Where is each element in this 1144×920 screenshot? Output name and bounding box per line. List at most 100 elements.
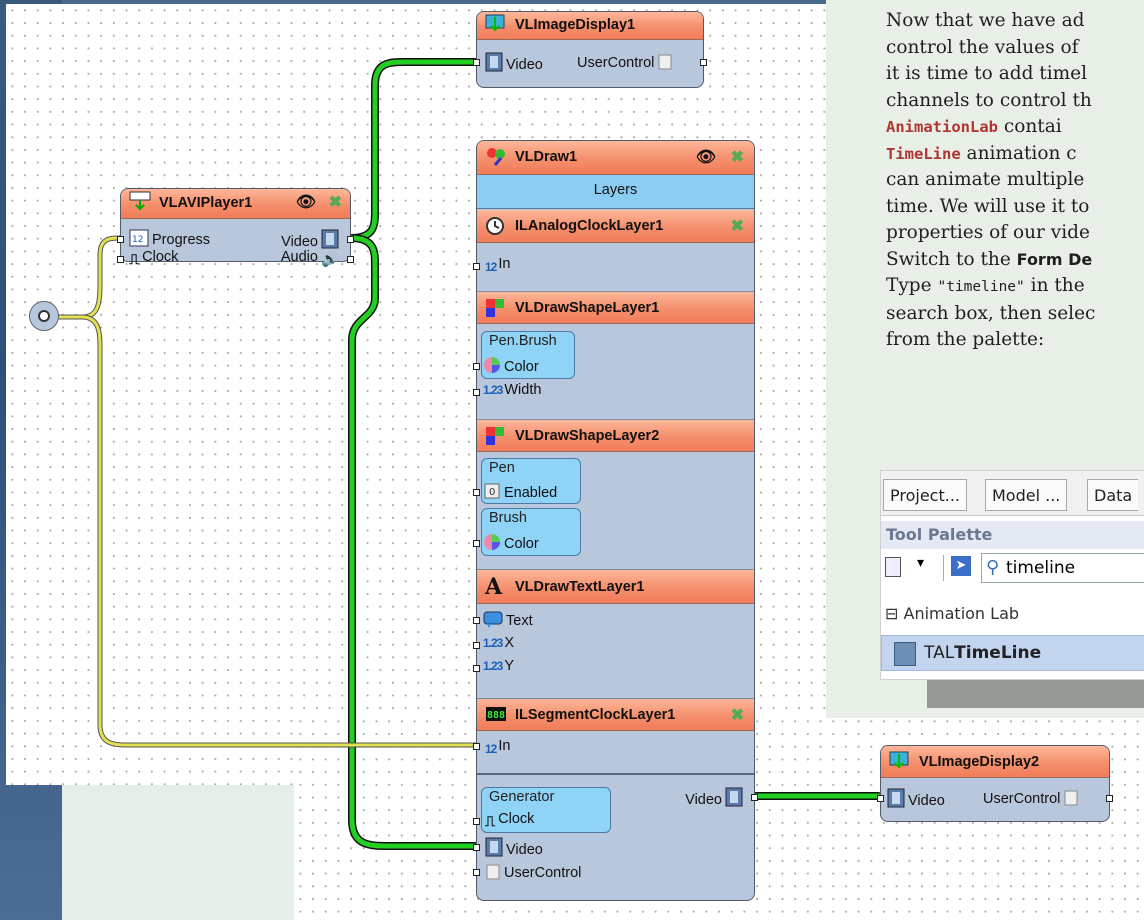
pin-connector[interactable]: [473, 59, 480, 66]
pin-label: Clock: [142, 249, 179, 265]
number-icon: 12: [129, 229, 149, 251]
svg-text:0: 0: [489, 487, 495, 498]
tools-icon[interactable]: ✖: [731, 216, 744, 236]
pin-label: Color: [504, 359, 539, 375]
pin-usercontrol[interactable]: UserControl: [983, 788, 1082, 810]
tools-icon[interactable]: ✖: [731, 147, 744, 167]
pin-clock[interactable]: ⎍ Clock: [129, 249, 178, 268]
color-wheel-icon: [483, 356, 501, 378]
pin-usercontrol[interactable]: UserControl: [485, 862, 581, 884]
pin-label: Video: [506, 842, 543, 858]
pin-text[interactable]: Text: [483, 610, 533, 632]
component-header[interactable]: VLDraw1 👁 ✖: [477, 141, 754, 175]
number-icon: 12: [485, 260, 497, 274]
image-display-icon: [889, 751, 909, 770]
segment-display-icon: 888: [485, 705, 506, 724]
pin-connector[interactable]: [117, 256, 124, 263]
control-icon: [485, 862, 501, 884]
pin-connector[interactable]: [473, 869, 480, 876]
group-label: Pen.Brush: [489, 333, 557, 349]
layer-header-segmentclock[interactable]: 888 ILSegmentClockLayer1 ✖: [477, 698, 754, 731]
pin-in[interactable]: 12 In: [485, 256, 510, 274]
clock-icon: [485, 216, 505, 235]
control-icon: [657, 52, 673, 74]
clock-node[interactable]: [29, 301, 59, 331]
pin-label: X: [504, 635, 515, 651]
pin-enabled[interactable]: 0 Enabled: [483, 482, 557, 504]
pin-width[interactable]: 1.23 Width: [483, 382, 541, 398]
pin-label: UserControl: [577, 55, 655, 71]
pin-usercontrol[interactable]: UserControl: [577, 52, 676, 74]
clock-pulse-icon: ⎍: [485, 814, 496, 830]
component-header[interactable]: VLImageDisplay2: [881, 746, 1109, 778]
tools-icon[interactable]: ✖: [731, 705, 744, 725]
layers-label: Layers: [477, 175, 754, 209]
pin-connector[interactable]: [473, 263, 480, 270]
pin-label: In: [498, 256, 511, 272]
draw-icon: [485, 146, 505, 166]
pin-video[interactable]: Video: [887, 788, 945, 812]
pin-y[interactable]: 1.23 Y: [483, 658, 514, 674]
layer-header-analogclock[interactable]: ILAnalogClockLayer1 ✖: [477, 210, 754, 243]
pin-connector[interactable]: [473, 665, 480, 672]
layer-header-shape1[interactable]: VLDrawShapeLayer1: [477, 291, 754, 324]
pin-color[interactable]: Color: [483, 533, 539, 555]
layer-header-text[interactable]: A VLDrawTextLayer1: [477, 569, 754, 604]
svg-text:12: 12: [132, 235, 143, 245]
pin-video[interactable]: Video: [485, 52, 543, 76]
pin-label: Clock: [498, 811, 535, 827]
pin-progress[interactable]: 12 Progress: [129, 229, 210, 251]
pin-connector[interactable]: [877, 795, 884, 802]
pin-connector[interactable]: [473, 389, 480, 396]
pin-label: Color: [504, 536, 539, 552]
pin-connector[interactable]: [700, 59, 707, 66]
eye-icon[interactable]: 👁: [296, 192, 316, 212]
pin-in[interactable]: 12 In: [485, 738, 510, 756]
film-icon: [485, 52, 503, 76]
group-label: Pen: [489, 460, 515, 476]
pin-connector[interactable]: [473, 617, 480, 624]
pin-connector[interactable]: [473, 540, 480, 547]
number-icon: 1.23: [483, 636, 503, 650]
control-icon: [1063, 788, 1079, 810]
group-label: Generator: [489, 789, 555, 805]
text-icon: A: [485, 574, 503, 600]
pin-connector[interactable]: [473, 489, 480, 496]
pin-label: In: [498, 738, 511, 754]
pin-connector[interactable]: [473, 743, 480, 750]
component-header[interactable]: VLImageDisplay1: [477, 12, 703, 40]
pin-x[interactable]: 1.23 X: [483, 635, 514, 651]
film-icon: [887, 788, 905, 812]
clock-pulse-icon: ⎍: [129, 252, 140, 268]
component-vlaviplayer1[interactable]: VLAVIPlayer1 👁 ✖ 12 Progress ⎍ Clock Video…: [117, 188, 354, 268]
layer-header-shape2[interactable]: VLDrawShapeLayer2: [477, 419, 754, 452]
pin-color[interactable]: Color: [483, 356, 539, 378]
pin-label: Video: [281, 234, 318, 250]
pin-clock[interactable]: ⎍ Clock: [485, 811, 534, 830]
film-icon: [725, 787, 743, 811]
pin-connector[interactable]: [117, 236, 124, 243]
pin-label: Width: [504, 382, 542, 398]
pin-connector[interactable]: [473, 642, 480, 649]
pin-video-in[interactable]: Video: [485, 837, 543, 861]
film-icon: [485, 837, 503, 861]
pin-label: UserControl: [504, 865, 582, 881]
component-vldraw1[interactable]: VLDraw1 👁 ✖ Layers ILAnalogClockLayer1 ✖…: [473, 140, 758, 901]
pin-label: Video: [908, 793, 945, 809]
pin-audio-out[interactable]: Audio 🔊: [281, 249, 342, 268]
layer-title: VLDrawTextLayer1: [515, 579, 645, 595]
eye-icon[interactable]: 👁: [696, 147, 716, 167]
pin-connector[interactable]: [347, 236, 354, 243]
component-header[interactable]: VLAVIPlayer1 👁 ✖: [121, 189, 350, 219]
checkbox-icon: 0: [483, 482, 501, 504]
pin-connector[interactable]: [1106, 795, 1113, 802]
pin-connector[interactable]: [473, 844, 480, 851]
tools-icon[interactable]: ✖: [329, 192, 342, 212]
pin-connector[interactable]: [473, 818, 480, 825]
pin-connector[interactable]: [347, 256, 354, 263]
pin-video-out[interactable]: Video: [685, 787, 746, 811]
component-vlimagedisplay2[interactable]: VLImageDisplay2 Video UserControl: [877, 745, 1113, 822]
pin-connector[interactable]: [751, 794, 758, 801]
component-vlimagedisplay1[interactable]: VLImageDisplay1 Video UserControl: [473, 11, 707, 88]
pin-connector[interactable]: [473, 363, 480, 370]
